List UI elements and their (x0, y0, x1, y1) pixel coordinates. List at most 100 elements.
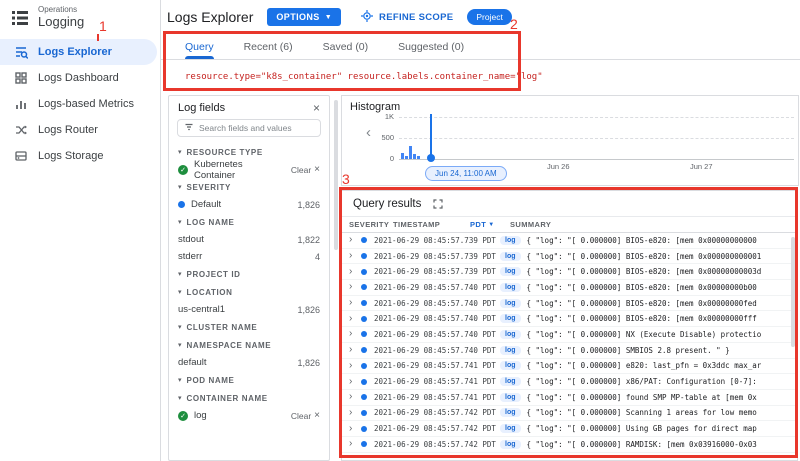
log-name-badge[interactable]: log (500, 236, 521, 245)
field-value-default-severity[interactable]: Default 1,826 (169, 196, 329, 213)
log-row[interactable]: › 2021-06-29 08:45:57.741 PDT log { "log… (342, 390, 797, 406)
section-namespace-name[interactable]: ▾ NAMESPACE NAME (169, 336, 329, 354)
log-name-badge[interactable]: log (500, 346, 521, 355)
expand-row-chevron-icon[interactable]: › (349, 361, 360, 371)
log-row[interactable]: › 2021-06-29 08:45:57.742 PDT log { "log… (342, 437, 797, 453)
expand-row-chevron-icon[interactable]: › (349, 298, 360, 308)
close-icon: × (314, 165, 320, 175)
field-search-input[interactable] (199, 123, 314, 133)
log-timestamp: 2021-06-29 08:45:57.739 PDT (374, 236, 500, 245)
log-row[interactable]: › 2021-06-29 08:45:57.739 PDT log { "log… (342, 249, 797, 265)
expand-row-chevron-icon[interactable]: › (349, 424, 360, 434)
log-name-badge[interactable]: log (500, 252, 521, 261)
y-axis-tick: 1K (376, 112, 394, 121)
log-fields-scrollbar[interactable] (334, 100, 338, 250)
log-name-badge[interactable]: log (500, 408, 521, 417)
log-row[interactable]: › 2021-06-29 08:45:57.739 PDT log { "log… (342, 233, 797, 249)
section-location[interactable]: ▾ LOCATION (169, 283, 329, 301)
expand-row-chevron-icon[interactable]: › (349, 345, 360, 355)
log-timestamp: 2021-06-29 08:45:57.740 PDT (374, 346, 500, 355)
field-value-stderr[interactable]: stderr 4 (169, 248, 329, 265)
histogram-bars (401, 117, 420, 159)
severity-default-icon (361, 331, 367, 337)
histogram-panel: Histogram ‹ 1K 500 0 Jun 26 Jun 27 Jun 2… (341, 95, 799, 186)
log-row[interactable]: › 2021-06-29 08:45:57.740 PDT log { "log… (342, 280, 797, 296)
field-value-log-container[interactable]: ✓ log Clear × (169, 407, 329, 424)
section-log-name[interactable]: ▾ LOG NAME (169, 213, 329, 231)
field-value-us-central1[interactable]: us-central1 1,826 (169, 301, 329, 318)
log-name-badge[interactable]: log (500, 330, 521, 339)
sidebar-item-logs-explorer[interactable]: Logs Explorer (0, 39, 157, 65)
results-scrollbar[interactable] (791, 237, 795, 347)
field-value-kubernetes-container[interactable]: ✓ Kubernetes Container Clear × (169, 161, 329, 178)
chevron-left-icon[interactable]: ‹ (366, 124, 371, 141)
log-summary: { "log": "[ 0.000000] BIOS-e820: [mem 0x… (527, 299, 791, 308)
expand-row-chevron-icon[interactable]: › (349, 267, 360, 277)
section-severity[interactable]: ▾ SEVERITY (169, 178, 329, 196)
log-row[interactable]: › 2021-06-29 08:45:57.740 PDT log { "log… (342, 327, 797, 343)
log-summary: { "log": "[ 0.000000] BIOS-e820: [mem 0x… (527, 283, 791, 292)
log-name-badge[interactable]: log (500, 267, 521, 276)
log-name-badge[interactable]: log (500, 299, 521, 308)
router-arrows-icon (14, 123, 28, 137)
expand-row-chevron-icon[interactable]: › (349, 251, 360, 261)
log-row[interactable]: › 2021-06-29 08:45:57.741 PDT log { "log… (342, 374, 797, 390)
timezone-dropdown[interactable]: PDT ▼ (470, 220, 510, 229)
section-container-name[interactable]: ▾ CONTAINER NAME (169, 389, 329, 407)
log-name-badge[interactable]: log (500, 377, 521, 386)
log-name-badge[interactable]: log (500, 424, 521, 433)
time-cursor[interactable] (430, 114, 432, 159)
query-tabs: Query Recent (6) Saved (0) Suggested (0) (161, 34, 800, 60)
expand-panel-icon[interactable] (433, 199, 443, 209)
log-row[interactable]: › 2021-06-29 08:45:57.741 PDT log { "log… (342, 359, 797, 375)
log-name-badge[interactable]: log (500, 440, 521, 449)
sidebar-item-logs-router[interactable]: Logs Router (0, 117, 157, 143)
log-row[interactable]: › 2021-06-29 08:45:57.739 PDT log { "log… (342, 264, 797, 280)
clear-filter-button[interactable]: Clear × (291, 165, 320, 175)
log-row[interactable]: › 2021-06-29 08:45:57.742 PDT log { "log… (342, 421, 797, 437)
expand-row-chevron-icon[interactable]: › (349, 329, 360, 339)
tab-suggested[interactable]: Suggested (0) (398, 34, 464, 59)
log-row[interactable]: › 2021-06-29 08:45:57.742 PDT log { "log… (342, 406, 797, 422)
tab-recent[interactable]: Recent (6) (244, 34, 293, 59)
log-name-badge[interactable]: log (500, 314, 521, 323)
section-pod-name[interactable]: ▾ POD NAME (169, 371, 329, 389)
log-name-badge[interactable]: log (500, 361, 521, 370)
scope-project-badge[interactable]: Project (467, 9, 511, 25)
time-cursor-label[interactable]: Jun 24, 11:00 AM (425, 166, 507, 181)
log-row[interactable]: › 2021-06-29 08:45:57.740 PDT log { "log… (342, 343, 797, 359)
y-axis-tick: 0 (376, 154, 394, 163)
severity-default-icon (361, 284, 367, 290)
histogram-bar (413, 154, 416, 159)
clear-filter-button[interactable]: Clear × (291, 411, 320, 421)
options-button[interactable]: OPTIONS ▼ (267, 8, 341, 26)
expand-row-chevron-icon[interactable]: › (349, 408, 360, 418)
log-summary: { "log": "[ 0.000000] BIOS-e820: [mem 0x… (527, 236, 791, 245)
gridline (399, 117, 794, 118)
expand-row-chevron-icon[interactable]: › (349, 235, 360, 245)
sidebar-item-logs-dashboard[interactable]: Logs Dashboard (0, 65, 157, 91)
field-value-stdout[interactable]: stdout 1,822 (169, 231, 329, 248)
expand-row-chevron-icon[interactable]: › (349, 392, 360, 402)
field-value-default-namespace[interactable]: default 1,826 (169, 354, 329, 371)
log-name-badge[interactable]: log (500, 283, 521, 292)
field-search-box (177, 119, 321, 137)
close-icon[interactable]: × (313, 102, 320, 114)
section-cluster-name[interactable]: ▾ CLUSTER NAME (169, 318, 329, 336)
expand-row-chevron-icon[interactable]: › (349, 377, 360, 387)
sidebar-item-logs-based-metrics[interactable]: Logs-based Metrics (0, 91, 157, 117)
tab-saved[interactable]: Saved (0) (323, 34, 369, 59)
expand-row-chevron-icon[interactable]: › (349, 314, 360, 324)
refine-scope-button[interactable]: REFINE SCOPE (361, 10, 453, 25)
expand-row-chevron-icon[interactable]: › (349, 439, 360, 449)
tab-query[interactable]: Query (185, 34, 214, 59)
expand-row-chevron-icon[interactable]: › (349, 282, 360, 292)
query-editor[interactable]: resource.type="k8s_container" resource.l… (161, 60, 800, 93)
chevron-down-icon: ▾ (178, 394, 182, 402)
log-row[interactable]: › 2021-06-29 08:45:57.740 PDT log { "log… (342, 311, 797, 327)
sidebar-item-logs-storage[interactable]: Logs Storage (0, 143, 157, 169)
section-project-id[interactable]: ▾ PROJECT ID (169, 265, 329, 283)
chevron-down-icon: ▾ (178, 218, 182, 226)
log-row[interactable]: › 2021-06-29 08:45:57.740 PDT log { "log… (342, 296, 797, 312)
log-name-badge[interactable]: log (500, 393, 521, 402)
